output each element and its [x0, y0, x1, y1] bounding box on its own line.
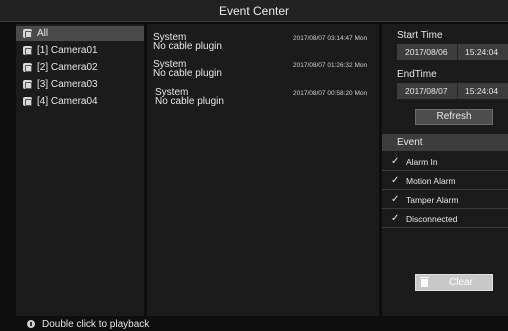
- event-description: No cable plugin: [153, 41, 222, 52]
- check-icon[interactable]: ✓: [391, 213, 399, 224]
- filter-label: Tamper Alarm: [406, 195, 459, 205]
- event-description: No cable plugin: [155, 96, 224, 107]
- status-bar: Double click to playback: [0, 318, 508, 331]
- end-date-value: 2017/08/07: [405, 86, 448, 96]
- camera-label: [3] Camera03: [37, 79, 98, 90]
- end-time-field[interactable]: 2017/08/07 15:24:04: [397, 83, 508, 99]
- filter-label: Alarm In: [406, 157, 438, 167]
- camera-item-all[interactable]: All: [16, 26, 144, 41]
- event-type-header-label: Event: [397, 137, 423, 148]
- camera-label: [4] Camera04: [37, 96, 98, 107]
- camera-label: All: [37, 28, 49, 39]
- event-list-item[interactable]: System No cable plugin 2017/08/07 01:26:…: [147, 59, 379, 85]
- status-hint: Double click to playback: [42, 319, 150, 330]
- refresh-button[interactable]: Refresh: [415, 109, 493, 125]
- filter-panel: Start Time 2017/08/06 15:24:04 EndTime 2…: [382, 24, 508, 316]
- camera-icon: [23, 97, 32, 106]
- field-divider: [457, 44, 458, 60]
- camera-icon: [23, 80, 32, 89]
- camera-item-camera04[interactable]: [4] Camera04: [16, 94, 144, 109]
- check-icon[interactable]: ✓: [391, 175, 399, 186]
- event-list: System No cable plugin 2017/08/07 03:14:…: [147, 24, 379, 316]
- end-time-value: 15:24:04: [465, 86, 499, 96]
- camera-label: [2] Camera02: [37, 62, 98, 73]
- camera-item-camera03[interactable]: [3] Camera03: [16, 77, 144, 92]
- filter-disconnected[interactable]: ✓ Disconnected: [382, 210, 508, 228]
- clear-button-label: Clear: [449, 277, 473, 288]
- start-time-label: Start Time: [397, 30, 443, 41]
- filter-label: Motion Alarm: [406, 176, 456, 186]
- camera-label: [1] Camera01: [37, 45, 98, 56]
- info-icon: [27, 320, 35, 328]
- event-time: 2017/08/07 01:26:32 Mon: [293, 62, 368, 69]
- camera-item-camera02[interactable]: [2] Camera02: [16, 60, 144, 75]
- filter-alarm-in[interactable]: ✓ Alarm In: [382, 153, 508, 171]
- check-icon[interactable]: ✓: [391, 156, 399, 167]
- end-time-label: EndTime: [397, 69, 437, 80]
- start-time-field[interactable]: 2017/08/06 15:24:04: [397, 44, 508, 60]
- camera-icon: [23, 63, 32, 72]
- clear-button[interactable]: Clear: [415, 274, 493, 291]
- filter-tamper-alarm[interactable]: ✓ Tamper Alarm: [382, 191, 508, 209]
- camera-icon: [23, 29, 32, 38]
- check-icon[interactable]: ✓: [391, 194, 399, 205]
- start-date-value: 2017/08/06: [405, 47, 448, 57]
- camera-list: All [1] Camera01 [2] Camera02 [3] Camera…: [16, 24, 144, 316]
- event-time: 2017/08/07 03:14:47 Mon: [293, 35, 368, 42]
- filter-label: Disconnected: [406, 214, 458, 224]
- field-divider: [457, 83, 458, 99]
- event-list-item[interactable]: System No cable plugin 2017/08/07 00:58:…: [147, 87, 379, 113]
- title-bar: Event Center: [0, 0, 508, 22]
- event-type-header: Event: [382, 134, 508, 151]
- camera-item-camera01[interactable]: [1] Camera01: [16, 43, 144, 58]
- event-list-item[interactable]: System No cable plugin 2017/08/07 03:14:…: [147, 32, 379, 58]
- camera-icon: [23, 46, 32, 55]
- event-time: 2017/08/07 00:58:20 Mon: [293, 90, 368, 97]
- window-title: Event Center: [218, 4, 290, 18]
- event-description: No cable plugin: [153, 68, 222, 79]
- start-time-value: 15:24:04: [465, 47, 499, 57]
- filter-motion-alarm[interactable]: ✓ Motion Alarm: [382, 172, 508, 190]
